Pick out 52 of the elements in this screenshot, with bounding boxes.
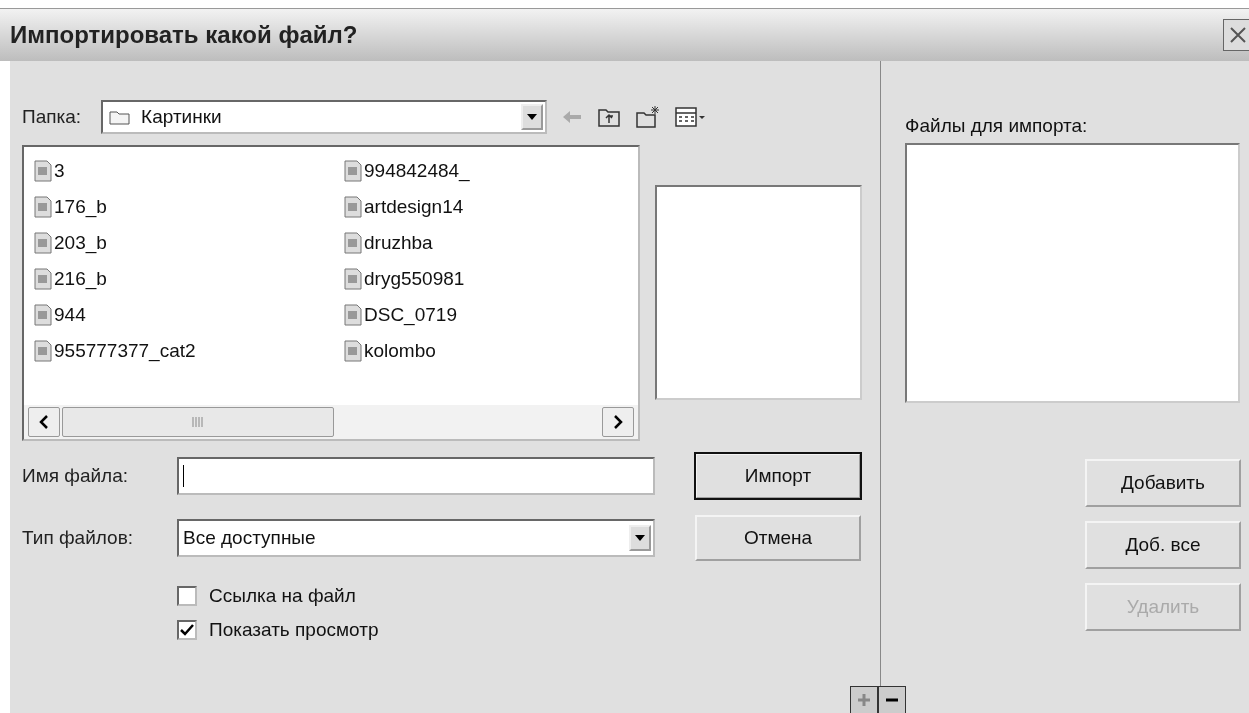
file-name[interactable]: druzhba (364, 232, 433, 254)
view-menu-icon[interactable] (675, 106, 708, 128)
list-button[interactable]: Добавить (1085, 459, 1241, 507)
image-file-icon[interactable] (34, 304, 52, 326)
checkbox-label: Ссылка на файл (209, 585, 356, 607)
file-name[interactable]: artdesign14 (364, 196, 464, 218)
image-file-icon[interactable] (344, 196, 362, 218)
file-name-label: Имя файла: (22, 465, 130, 487)
back-arrow-icon[interactable] (561, 109, 584, 125)
folder-icon (109, 109, 132, 125)
cancel-button[interactable]: Отмена (695, 515, 861, 561)
image-file-icon[interactable] (34, 196, 52, 218)
file-name[interactable]: 216_b (54, 268, 107, 290)
new-folder-icon[interactable] (635, 105, 662, 129)
window-title: Импортировать какой файл? (10, 21, 359, 49)
checkbox-label: Показать просмотр (209, 619, 379, 641)
folder-label: Папка: (22, 106, 82, 128)
up-folder-icon[interactable] (597, 106, 622, 128)
scroll-left-icon[interactable] (28, 407, 60, 437)
file-name[interactable]: 203_b (54, 232, 107, 254)
import-button[interactable]: Импорт (695, 453, 861, 499)
folder-dropdown[interactable]: Картинки (101, 100, 548, 134)
minus-icon[interactable] (878, 686, 906, 713)
file-name[interactable]: 994842484_ (364, 160, 470, 182)
file-name[interactable]: DSC_0719 (364, 304, 457, 326)
file-type-label: Тип файлов: (22, 527, 134, 549)
image-file-icon[interactable] (344, 160, 362, 182)
image-file-icon[interactable] (344, 232, 362, 254)
checkbox[interactable] (177, 620, 197, 640)
image-file-icon[interactable] (344, 268, 362, 290)
plus-icon[interactable] (850, 686, 878, 713)
image-file-icon[interactable] (34, 340, 52, 362)
file-type-dropdown[interactable]: Все доступные (177, 519, 655, 557)
scrollbar-thumb[interactable] (62, 407, 334, 437)
image-file-icon[interactable] (34, 232, 52, 254)
file-name[interactable]: 944 (54, 304, 86, 326)
image-file-icon[interactable] (34, 268, 52, 290)
list-button[interactable]: Доб. все (1085, 521, 1241, 569)
file-name[interactable]: 176_b (54, 196, 107, 218)
horizontal-scrollbar[interactable] (24, 405, 638, 439)
file-name[interactable]: 955777377_cat2 (54, 340, 196, 362)
image-file-icon[interactable] (344, 304, 362, 326)
close-button[interactable] (1223, 19, 1249, 51)
file-name[interactable]: 3 (54, 160, 65, 182)
file-name[interactable]: kolombo (364, 340, 436, 362)
import-list-label: Файлы для импорта: (905, 115, 1089, 138)
image-file-icon[interactable] (34, 160, 52, 182)
checkbox[interactable] (177, 586, 197, 606)
image-file-icon[interactable] (344, 340, 362, 362)
file-name-field[interactable] (177, 457, 655, 495)
file-name[interactable]: dryg550981 (364, 268, 465, 290)
scroll-right-icon[interactable] (602, 407, 634, 437)
